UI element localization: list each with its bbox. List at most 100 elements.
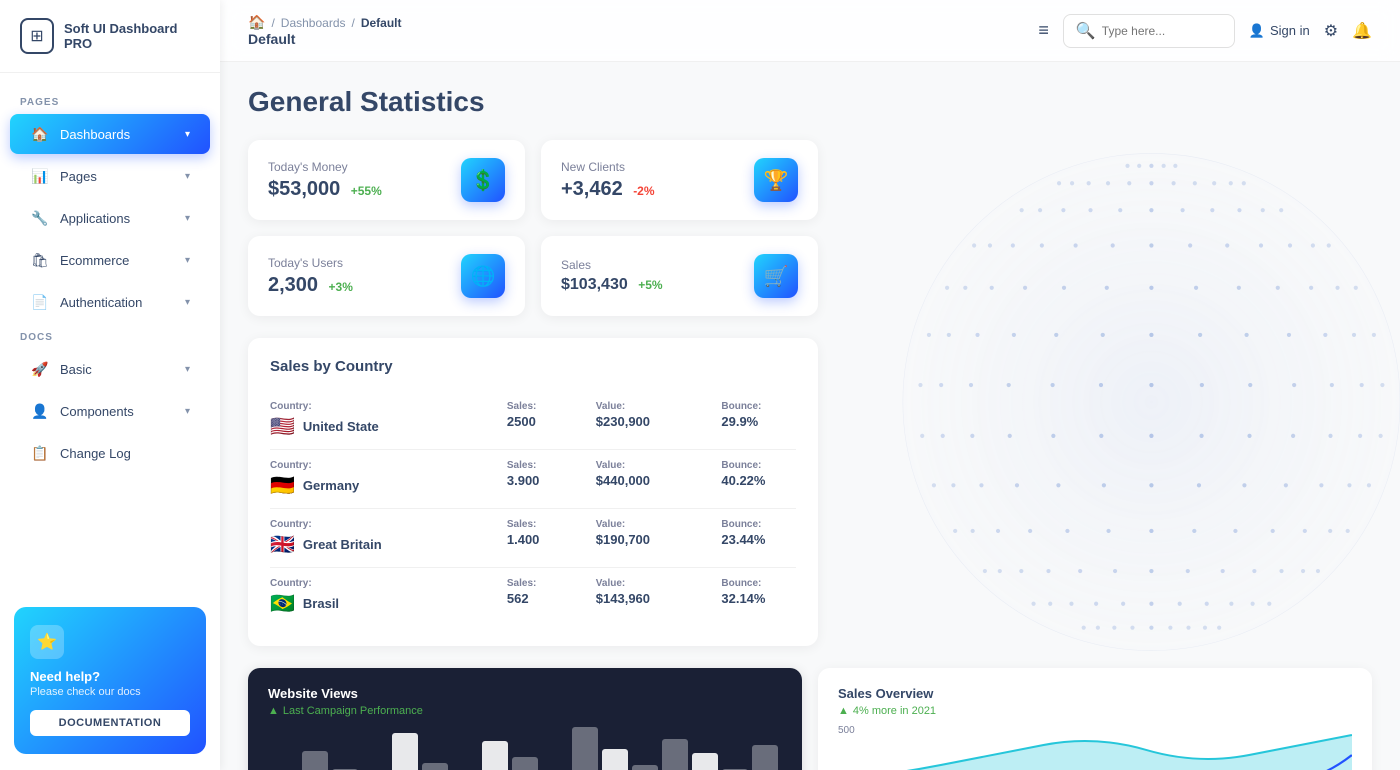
stat-label-money: Today's Money (268, 160, 382, 174)
sidebar-item-label: Change Log (60, 446, 131, 461)
ecommerce-icon: 🛍 (30, 250, 50, 270)
pages-icon: 📊 (30, 166, 50, 186)
stat-card-money: Today's Money $53,000 +55% 💲 (248, 140, 525, 220)
sidebar-nav: Pages 🏠 Dashboards ▾ 📊 Pages ▾ 🔧 Applica… (0, 73, 220, 591)
bar-chart-card: Website Views ▲Last Campaign Performance (248, 668, 802, 770)
sidebar-item-label: Applications (60, 211, 130, 226)
breadcrumb: 🏠 / Dashboards / Default (248, 14, 402, 31)
hamburger-icon[interactable]: ≡ (1038, 20, 1049, 41)
sidebar-item-ecommerce[interactable]: 🛍 Ecommerce ▾ (10, 240, 210, 280)
stat-change-clients: -2% (633, 184, 654, 198)
sales-overview-card: Sales Overview ▲ 4% more in 2021 500 (818, 668, 1372, 770)
bar-chart-bar (302, 751, 328, 770)
stat-info-clients: New Clients +3,462 -2% (561, 160, 655, 201)
sidebar-item-pages[interactable]: 📊 Pages ▾ (10, 156, 210, 196)
logo-text: Soft UI Dashboard PRO (64, 21, 200, 51)
bar-chart-bar (572, 727, 598, 770)
bar-chart-bar (752, 745, 778, 770)
sign-in-button[interactable]: 👤 Sign in (1249, 23, 1310, 39)
breadcrumb-sep1: / (271, 16, 274, 30)
sidebar-item-dashboards[interactable]: 🏠 Dashboards ▾ (10, 114, 210, 154)
sidebar-item-label: Components (60, 404, 134, 419)
sidebar-item-label: Pages (60, 169, 97, 184)
stat-icon-clients: 🏆 (754, 158, 798, 202)
sidebar-item-label: Ecommerce (60, 253, 129, 268)
sales-country-title: Sales by Country (270, 358, 796, 375)
sales-by-country-card: Sales by Country Country: 🇺🇸 United Stat… (248, 338, 818, 646)
country-table: Country: 🇺🇸 United State Sales: 2500 Val… (270, 391, 796, 626)
sidebar-item-components[interactable]: 👤 Components ▾ (10, 391, 210, 431)
stat-value-row-money: $53,000 +55% (268, 178, 382, 201)
basic-arrow: ▾ (185, 364, 190, 375)
components-arrow: ▾ (185, 406, 190, 417)
logo-icon: ⊞ (20, 18, 54, 54)
sidebar-help-card: ⭐ Need help? Please check our docs DOCUM… (14, 607, 206, 754)
help-subtitle: Please check our docs (30, 686, 190, 698)
documentation-button[interactable]: DOCUMENTATION (30, 710, 190, 736)
search-input[interactable] (1102, 24, 1222, 38)
search-icon: 🔍 (1076, 21, 1096, 41)
sidebar-item-authentication[interactable]: 📄 Authentication ▾ (10, 282, 210, 322)
stat-value-row-sales: $103,430 +5% (561, 276, 663, 294)
sidebar-item-applications[interactable]: 🔧 Applications ▾ (10, 198, 210, 238)
authentication-arrow: ▾ (185, 297, 190, 308)
bar-chart-bar (512, 757, 538, 770)
table-row: Country: 🇧🇷 Brasil Sales: 562 Value: $14… (270, 568, 796, 627)
stat-card-clients: New Clients +3,462 -2% 🏆 (541, 140, 818, 220)
page-heading: General Statistics (248, 86, 1372, 118)
basic-icon: 🚀 (30, 359, 50, 379)
stat-info-sales: Sales $103,430 +5% (561, 258, 663, 294)
bar-chart-bar (662, 739, 688, 770)
stat-label-sales: Sales (561, 258, 663, 272)
sidebar-logo: ⊞ Soft UI Dashboard PRO (0, 0, 220, 73)
stat-value-row-clients: +3,462 -2% (561, 178, 655, 201)
stat-icon-sales: 🛒 (754, 254, 798, 298)
stat-change-sales: +5% (638, 278, 662, 292)
page-title: Default (248, 31, 402, 47)
bar-chart-bar (392, 733, 418, 770)
table-row: Country: 🇺🇸 United State Sales: 2500 Val… (270, 391, 796, 450)
pages-section-label: Pages (0, 89, 220, 112)
stat-value-users: 2,300 (268, 274, 318, 296)
stat-info-users: Today's Users 2,300 +3% (268, 256, 353, 297)
sidebar-item-basic[interactable]: 🚀 Basic ▾ (10, 349, 210, 389)
sidebar-item-label: Basic (60, 362, 92, 377)
main-content: 🏠 / Dashboards / Default Default ≡ 🔍 👤 S… (220, 0, 1400, 770)
authentication-icon: 📄 (30, 292, 50, 312)
user-icon: 👤 (1249, 23, 1265, 39)
bell-icon[interactable]: 🔔 (1352, 21, 1372, 41)
content-area: General Statistics Today's Money $53,000… (220, 62, 1400, 770)
stat-value-clients: +3,462 (561, 178, 623, 200)
sales-overview-subtitle: ▲ 4% more in 2021 (838, 705, 1352, 717)
breadcrumb-current: Default (361, 16, 402, 30)
bottom-charts-grid: Website Views ▲Last Campaign Performance… (248, 668, 1372, 770)
ecommerce-arrow: ▾ (185, 255, 190, 266)
stat-icon-money: 💲 (461, 158, 505, 202)
table-row: Country: 🇬🇧 Great Britain Sales: 1.400 V… (270, 509, 796, 568)
stat-card-sales: Sales $103,430 +5% 🛒 (541, 236, 818, 316)
dashboards-icon: 🏠 (30, 124, 50, 144)
table-row: Country: 🇩🇪 Germany Sales: 3.900 Value: … (270, 450, 796, 509)
pages-arrow: ▾ (185, 171, 190, 182)
stat-change-users: +3% (329, 280, 353, 294)
changelog-icon: 📋 (30, 443, 50, 463)
sidebar: ⊞ Soft UI Dashboard PRO Pages 🏠 Dashboar… (0, 0, 220, 770)
search-box[interactable]: 🔍 (1063, 14, 1235, 48)
stat-card-users: Today's Users 2,300 +3% 🌐 (248, 236, 525, 316)
settings-icon[interactable]: ⚙ (1324, 21, 1338, 41)
dashboards-arrow: ▾ (185, 129, 190, 140)
stat-value-row-users: 2,300 +3% (268, 274, 353, 297)
sidebar-item-changelog[interactable]: 📋 Change Log (10, 433, 210, 473)
breadcrumb-sep2: / (352, 16, 355, 30)
docs-section-label: Docs (0, 324, 220, 347)
stat-label-users: Today's Users (268, 256, 353, 270)
stat-value-sales: $103,430 (561, 276, 628, 293)
bar-chart-bar (692, 753, 718, 770)
help-title: Need help? (30, 669, 190, 684)
header-left: 🏠 / Dashboards / Default Default (248, 14, 402, 47)
stats-grid: Today's Money $53,000 +55% 💲 New Clients… (248, 140, 818, 316)
breadcrumb-dashboards[interactable]: Dashboards (281, 16, 346, 30)
bar-chart-subtitle: ▲Last Campaign Performance (268, 705, 782, 717)
home-icon: 🏠 (248, 14, 265, 31)
applications-icon: 🔧 (30, 208, 50, 228)
